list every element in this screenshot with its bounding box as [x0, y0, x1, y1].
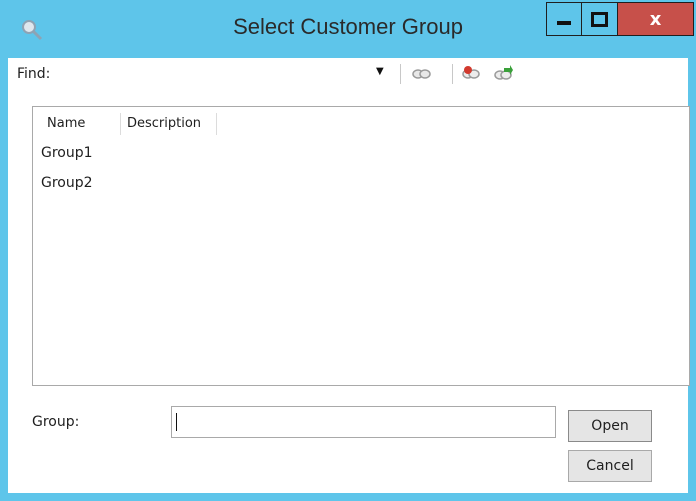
- search-icon[interactable]: [410, 64, 432, 84]
- close-button[interactable]: x: [618, 2, 694, 36]
- toolbar-separator: [400, 64, 401, 84]
- open-button[interactable]: Open: [568, 410, 652, 442]
- text-caret: [176, 413, 177, 431]
- cancel-button[interactable]: Cancel: [568, 450, 652, 482]
- maximize-icon: [591, 11, 608, 27]
- column-header-name[interactable]: Name: [41, 113, 121, 135]
- minimize-icon: [557, 21, 571, 25]
- dialog-client-area: Find: ▼ Name Description Group1 Group2 G…: [8, 58, 690, 493]
- group-label: Group:: [32, 414, 80, 430]
- find-combo[interactable]: [68, 62, 398, 86]
- title-bar[interactable]: Select Customer Group x: [0, 0, 696, 58]
- dialog-window: Select Customer Group x Find: ▼ Name Des…: [0, 0, 696, 501]
- filter-green-icon[interactable]: [492, 64, 514, 84]
- filter-red-icon[interactable]: [460, 64, 482, 84]
- column-header-description[interactable]: Description: [121, 113, 217, 135]
- find-label: Find:: [17, 66, 51, 82]
- minimize-button[interactable]: [546, 2, 582, 36]
- find-toolbar: Find: ▼: [8, 58, 688, 92]
- list-item[interactable]: Group2: [41, 175, 93, 191]
- group-input[interactable]: [171, 406, 556, 438]
- list-item[interactable]: Group1: [41, 145, 93, 161]
- toolbar-separator: [452, 64, 453, 84]
- close-icon: x: [649, 8, 662, 30]
- maximize-button[interactable]: [582, 2, 618, 36]
- group-list[interactable]: Name Description Group1 Group2: [32, 106, 690, 386]
- dropdown-arrow-icon[interactable]: ▼: [376, 66, 384, 77]
